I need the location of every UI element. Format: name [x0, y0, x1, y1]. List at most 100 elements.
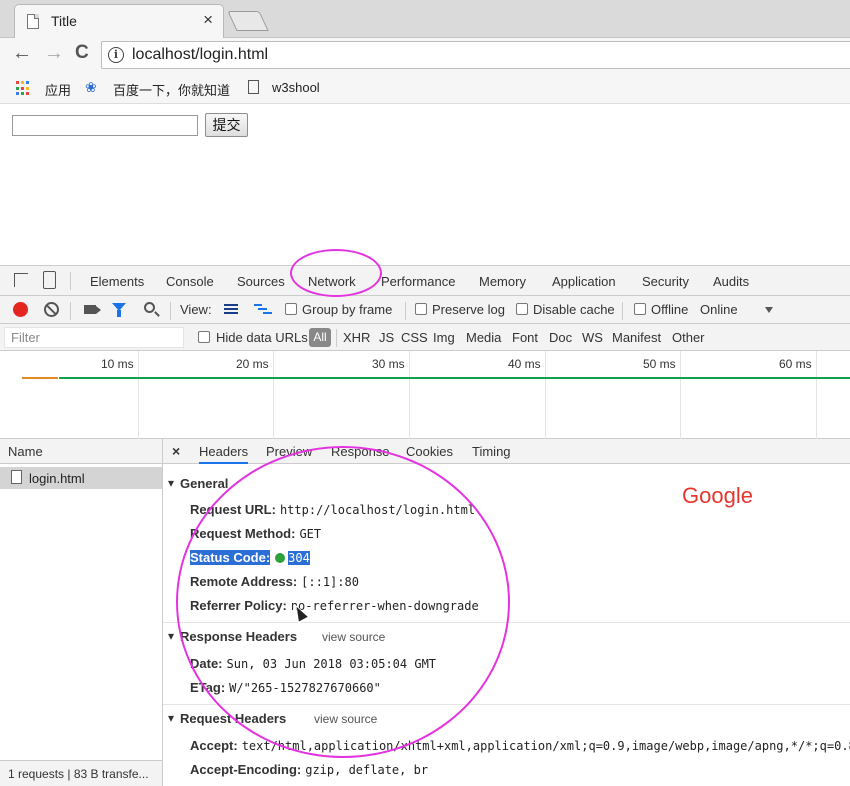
annotation-label: Google [682, 483, 753, 508]
info-icon[interactable]: i [108, 47, 124, 63]
bookmark-baidu[interactable]: 百度一下，你就知道 [113, 80, 230, 99]
header-value: W/"265-1527827670660" [229, 681, 381, 695]
new-tab-button[interactable] [227, 11, 269, 31]
submit-button[interactable]: 提交 [205, 113, 248, 137]
timeline-gridline [273, 351, 274, 439]
reload-icon[interactable]: C [75, 42, 89, 64]
tab-preview[interactable]: Preview [266, 444, 312, 459]
header-key: Remote Address: [190, 574, 298, 589]
filter-type-all[interactable]: All [309, 328, 331, 347]
header-key: Request Method: [190, 526, 296, 541]
filter-input[interactable]: Filter [4, 327, 184, 348]
request-list: Name login.html 1 requests | 83 B transf… [0, 439, 163, 786]
tab-headers[interactable]: Headers [199, 444, 249, 464]
divider [622, 302, 623, 320]
record-icon[interactable] [13, 302, 28, 317]
timeline-tick-label: 20 ms [236, 357, 269, 371]
tab-network[interactable]: Network [308, 274, 356, 289]
tab-response[interactable]: Response [331, 444, 390, 459]
view-label: View: [180, 302, 212, 317]
filter-type-media[interactable]: Media [466, 330, 501, 345]
address-url[interactable]: localhost/login.html [132, 46, 268, 64]
capture-screenshots-icon[interactable] [84, 305, 101, 314]
close-icon[interactable]: × [172, 443, 180, 459]
tab-memory[interactable]: Memory [479, 274, 526, 289]
filter-type-font[interactable]: Font [512, 330, 538, 345]
back-icon[interactable]: ← [12, 42, 32, 65]
filter-type-doc[interactable]: Doc [549, 330, 572, 345]
timeline-gridline [138, 351, 139, 439]
filter-type-js[interactable]: JS [379, 330, 394, 345]
header-key: ETag: [190, 680, 226, 695]
filter-type-manifest[interactable]: Manifest [612, 330, 661, 345]
preserve-log-checkbox[interactable] [415, 303, 427, 315]
forward-icon[interactable]: → [44, 42, 64, 65]
tab-timing[interactable]: Timing [472, 444, 511, 459]
section-title-general[interactable]: General [168, 476, 229, 491]
network-toolbar: View: Group by frame Preserve log Disabl… [0, 296, 850, 324]
detail-tabs: × Headers Preview Response Cookies Timin… [163, 439, 850, 464]
timeline-load-bar [59, 377, 850, 379]
tab-application[interactable]: Application [552, 274, 616, 289]
header-row: Request URL: http://localhost/login.html [190, 502, 475, 517]
inspect-element-icon[interactable] [14, 273, 28, 287]
chevron-down-icon[interactable] [765, 307, 773, 313]
throttling-select[interactable]: Online [700, 302, 738, 317]
clear-icon[interactable] [44, 302, 59, 317]
header-key: Status Code: [190, 550, 271, 565]
tab-audits[interactable]: Audits [713, 274, 749, 289]
offline-checkbox[interactable] [634, 303, 646, 315]
filter-bar: Filter Hide data URLs All XHR JS CSS Img… [0, 324, 850, 351]
section-title-request-headers[interactable]: Request Headers [168, 711, 286, 726]
header-row: Date: Sun, 03 Jun 2018 03:05:04 GMT [190, 656, 436, 671]
browser-tab[interactable]: Title × [14, 4, 224, 38]
group-by-frame-label: Group by frame [302, 302, 393, 317]
filter-type-img[interactable]: Img [433, 330, 455, 345]
tab-title: Title [51, 13, 77, 29]
status-ok-icon [275, 553, 286, 563]
disable-cache-checkbox[interactable] [516, 303, 528, 315]
header-key: Referrer Policy: [190, 598, 287, 613]
header-value: Sun, 03 Jun 2018 03:05:04 GMT [226, 657, 437, 671]
request-row[interactable]: login.html [0, 467, 162, 489]
header-row: ETag: W/"265-1527827670660" [190, 680, 381, 695]
bookmark-w3school[interactable]: w3shool [272, 80, 320, 95]
document-icon [11, 470, 22, 484]
section-title-response-headers[interactable]: Response Headers [168, 629, 297, 644]
header-value: http://localhost/login.html [279, 503, 476, 517]
filter-icon[interactable] [112, 303, 126, 317]
filter-type-css[interactable]: CSS [401, 330, 428, 345]
close-icon[interactable]: × [203, 10, 213, 30]
tab-console[interactable]: Console [166, 274, 214, 289]
view-source-link[interactable]: view source [314, 712, 377, 726]
page-icon [27, 14, 39, 29]
timeline-tick-label: 10 ms [101, 357, 134, 371]
tab-security[interactable]: Security [642, 274, 689, 289]
filter-type-xhr[interactable]: XHR [343, 330, 370, 345]
group-by-frame-checkbox[interactable] [285, 303, 297, 315]
divider [70, 272, 71, 290]
tab-sources[interactable]: Sources [237, 274, 285, 289]
hide-data-urls-checkbox[interactable] [198, 331, 210, 343]
login-text-input[interactable] [12, 115, 198, 136]
tab-performance[interactable]: Performance [381, 274, 455, 289]
tab-elements[interactable]: Elements [90, 274, 144, 289]
view-source-link[interactable]: view source [322, 630, 385, 644]
filter-type-ws[interactable]: WS [582, 330, 603, 345]
bookmark-apps[interactable]: 应用 [45, 80, 71, 99]
offline-label: Offline [651, 302, 689, 317]
device-toolbar-icon[interactable] [43, 271, 56, 289]
name-column-header[interactable]: Name [0, 439, 162, 464]
apps-icon[interactable] [16, 81, 31, 96]
header-row: Accept-Encoding: gzip, deflate, br [190, 762, 428, 777]
large-rows-icon[interactable] [224, 304, 238, 315]
network-overview-timeline[interactable]: 10 ms 20 ms 30 ms 40 ms 50 ms 60 ms [0, 351, 850, 439]
hide-data-urls-label: Hide data URLs [216, 330, 308, 345]
tab-cookies[interactable]: Cookies [406, 444, 453, 459]
waterfall-icon[interactable] [254, 304, 272, 315]
filter-type-other[interactable]: Other [672, 330, 705, 345]
address-bar[interactable]: i localhost/login.html [101, 41, 850, 69]
request-headers-section: Request Headers view source Accept:text/… [163, 704, 850, 786]
header-value: no-referrer-when-downgrade [290, 599, 479, 613]
search-icon[interactable] [144, 302, 155, 313]
